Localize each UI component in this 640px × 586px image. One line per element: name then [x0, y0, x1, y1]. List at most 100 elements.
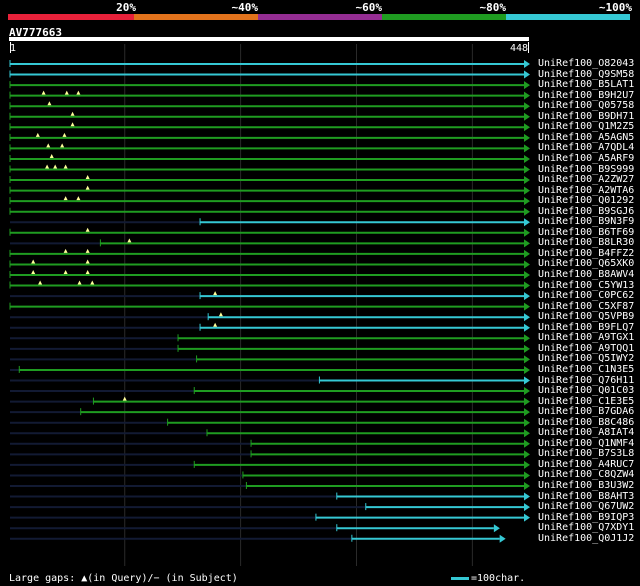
- hit-name[interactable]: UniRef100_B9FLQ7: [538, 322, 634, 333]
- hit-row[interactable]: [9, 196, 530, 206]
- hit-name[interactable]: UniRef100_B5LAT1: [538, 80, 634, 90]
- hit-arrow-icon: [524, 460, 530, 469]
- hit-row[interactable]: [9, 101, 530, 111]
- hit-row[interactable]: [9, 259, 530, 269]
- hit-name[interactable]: UniRef100_C5XF87: [538, 301, 634, 312]
- hit-arrow-icon: [524, 365, 530, 374]
- hit-name[interactable]: UniRef100_B7GDA6: [538, 407, 634, 417]
- hit-name[interactable]: UniRef100_Q01292: [538, 196, 634, 206]
- hit-name[interactable]: UniRef100_A8IAT4: [538, 428, 634, 438]
- hit-name[interactable]: UniRef100_Q05758: [538, 101, 634, 111]
- hit-name[interactable]: UniRef100_B9IQP3: [538, 512, 634, 523]
- hit-arrow-icon: [524, 513, 530, 522]
- hit-name[interactable]: UniRef100_Q5IWY2: [538, 354, 634, 364]
- hit-name[interactable]: UniRef100_Q76H11: [538, 375, 634, 386]
- hit-row[interactable]: [10, 387, 530, 396]
- hit-row[interactable]: [9, 175, 530, 185]
- hit-name[interactable]: UniRef100_B8AHT3: [538, 491, 634, 502]
- hit-row[interactable]: [10, 471, 530, 480]
- hit-row[interactable]: [10, 365, 530, 374]
- hit-name[interactable]: UniRef100_B8LR30: [538, 238, 634, 248]
- hit-name[interactable]: UniRef100_B8C486: [538, 417, 634, 428]
- hit-name[interactable]: UniRef100_Q67UW2: [538, 502, 634, 512]
- hit-arrow-icon: [524, 439, 530, 448]
- query-gap-marker-icon: [47, 101, 52, 106]
- hit-row[interactable]: [9, 111, 530, 121]
- hit-name[interactable]: UniRef100_C1N3E5: [538, 364, 634, 375]
- hit-row[interactable]: [10, 513, 530, 522]
- hit-name[interactable]: UniRef100_Q01C03: [538, 386, 634, 396]
- hit-name[interactable]: UniRef100_A9TQQ1: [538, 343, 634, 354]
- hit-name[interactable]: UniRef100_C5YW13: [538, 280, 634, 291]
- hit-name[interactable]: UniRef100_C0PC62: [538, 291, 634, 301]
- hit-name[interactable]: UniRef100_A2WTA6: [538, 185, 634, 196]
- hit-row[interactable]: [10, 503, 530, 512]
- hit-row[interactable]: [9, 270, 530, 279]
- hit-name[interactable]: UniRef100_Q5VPB9: [538, 312, 634, 322]
- hit-name[interactable]: UniRef100_A5AGN5: [538, 132, 634, 143]
- hit-row[interactable]: [9, 70, 530, 79]
- hit-name[interactable]: UniRef100_B7S3L8: [538, 449, 634, 459]
- hit-row[interactable]: [9, 185, 530, 195]
- hit-row[interactable]: [10, 396, 530, 406]
- hit-name[interactable]: UniRef100_Q65XK0: [538, 259, 634, 269]
- hit-name[interactable]: UniRef100_A4RUC7: [538, 459, 634, 470]
- hit-row[interactable]: [10, 355, 530, 364]
- hit-row[interactable]: [9, 81, 530, 90]
- hit-row[interactable]: [10, 482, 530, 490]
- hit-row[interactable]: [9, 60, 530, 68]
- hit-name[interactable]: UniRef100_Q1NMF4: [538, 438, 634, 449]
- hit-row[interactable]: [9, 132, 530, 142]
- hit-name[interactable]: UniRef100_A7QDL4: [538, 143, 634, 153]
- hit-name[interactable]: UniRef100_C8QZW4: [538, 470, 634, 480]
- hit-name[interactable]: UniRef100_B9H2U7: [538, 90, 634, 101]
- hit-name[interactable]: UniRef100_A2ZW27: [538, 175, 634, 185]
- hit-name[interactable]: UniRef100_Q0J1J2: [538, 533, 634, 544]
- hit-row[interactable]: [9, 302, 530, 311]
- hit-name[interactable]: UniRef100_B9S999: [538, 164, 634, 175]
- hit-row[interactable]: [10, 524, 500, 533]
- hit-name[interactable]: UniRef100_B9N3F9: [538, 217, 634, 227]
- hit-name[interactable]: UniRef100_B3U3W2: [538, 481, 634, 491]
- hit-row[interactable]: [9, 153, 530, 163]
- hit-row[interactable]: [10, 334, 530, 343]
- hit-row[interactable]: [10, 429, 530, 438]
- hit-row[interactable]: [10, 291, 530, 301]
- hit-name[interactable]: UniRef100_B8AWV4: [538, 270, 634, 280]
- hit-row[interactable]: [10, 460, 530, 469]
- hit-arrow-icon: [524, 471, 530, 480]
- hit-row[interactable]: [9, 143, 530, 153]
- hit-row[interactable]: [9, 207, 530, 216]
- hit-row[interactable]: [9, 122, 530, 132]
- hit-name[interactable]: UniRef100_A5ARF9: [538, 153, 634, 164]
- hit-row[interactable]: [9, 248, 530, 258]
- hit-name[interactable]: UniRef100_B9DH71: [538, 111, 634, 122]
- hit-row[interactable]: [10, 238, 530, 248]
- hit-row[interactable]: [9, 227, 530, 237]
- query-gap-marker-icon: [70, 111, 75, 116]
- hit-name[interactable]: UniRef100_B4FFZ2: [538, 248, 634, 259]
- hit-row[interactable]: [10, 322, 530, 332]
- hit-name[interactable]: UniRef100_Q1M2Z5: [538, 122, 634, 132]
- hit-row[interactable]: [10, 408, 530, 417]
- hit-name[interactable]: UniRef100_C1E3E5: [538, 396, 634, 407]
- hit-row[interactable]: [10, 492, 530, 501]
- hit-row[interactable]: [10, 376, 530, 385]
- hit-row[interactable]: [10, 534, 506, 543]
- hit-row[interactable]: [10, 418, 530, 427]
- hit-name[interactable]: UniRef100_A9TGX1: [538, 333, 634, 343]
- hit-row[interactable]: [10, 218, 530, 227]
- hit-name[interactable]: UniRef100_Q9SM58: [538, 69, 634, 80]
- hit-name[interactable]: UniRef100_B9SGJ6: [538, 206, 634, 217]
- hit-name[interactable]: UniRef100_O82043: [538, 59, 634, 69]
- hit-row[interactable]: [9, 90, 530, 100]
- hit-name[interactable]: UniRef100_Q7XDY1: [538, 523, 634, 533]
- hit-row[interactable]: [9, 280, 530, 290]
- hit-row[interactable]: [10, 344, 530, 353]
- hit-row[interactable]: [9, 164, 530, 174]
- hit-row[interactable]: [10, 312, 530, 322]
- hit-arrow-icon: [524, 344, 530, 353]
- hit-name[interactable]: UniRef100_B6TF69: [538, 227, 634, 238]
- hit-row[interactable]: [10, 439, 530, 448]
- hit-row[interactable]: [10, 450, 530, 459]
